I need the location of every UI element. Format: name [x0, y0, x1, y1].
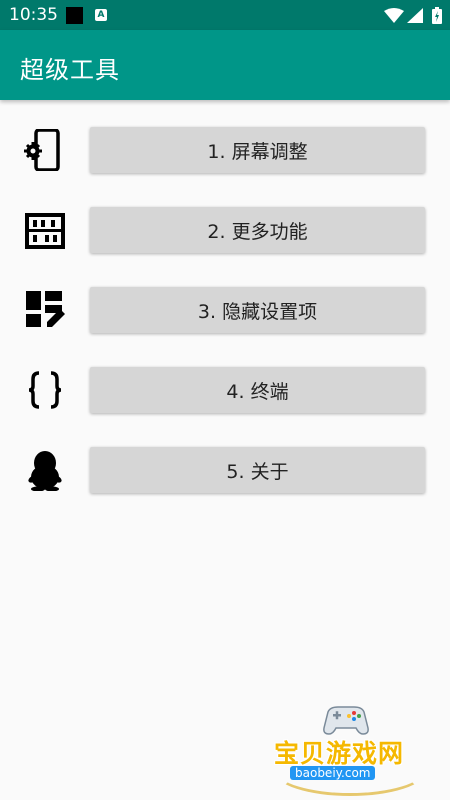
status-time: 10:35 [9, 5, 58, 25]
menu-row-hidden-settings: 3. 隐藏设置项 [0, 287, 450, 333]
abacus-icon [25, 213, 65, 249]
about-button[interactable]: 5. 关于 [90, 447, 425, 493]
signal-icon [407, 8, 423, 23]
wifi-icon [384, 8, 404, 23]
app-title: 超级工具 [20, 56, 120, 84]
code-braces-icon [28, 371, 62, 409]
penguin-icon [28, 451, 62, 491]
menu-row-more-features: 2. 更多功能 [0, 207, 450, 253]
watermark-url: baobeiy.com [290, 766, 376, 780]
watermark-logo: 宝贝游戏网 baobeiy.com [262, 700, 432, 800]
notification-letter-icon: A [95, 9, 107, 21]
screen-adjust-button[interactable]: 1. 屏幕调整 [90, 127, 425, 173]
notification-icon [66, 7, 83, 24]
hidden-settings-button[interactable]: 3. 隐藏设置项 [90, 287, 425, 333]
battery-icon [432, 7, 442, 24]
menu-row-about: 5. 关于 [0, 447, 450, 493]
watermark-text: 宝贝游戏网 [274, 739, 405, 768]
status-bar: 10:35 A [0, 0, 450, 30]
app-bar: 超级工具 [0, 30, 450, 100]
more-features-button[interactable]: 2. 更多功能 [90, 207, 425, 253]
menu-row-terminal: 4. 终端 [0, 367, 450, 413]
menu-row-screen-adjust: 1. 屏幕调整 [0, 127, 450, 173]
gamepad-icon [323, 706, 369, 735]
phone-settings-icon [24, 129, 60, 171]
terminal-button[interactable]: 4. 终端 [90, 367, 425, 413]
dashboard-edit-icon [26, 291, 65, 327]
